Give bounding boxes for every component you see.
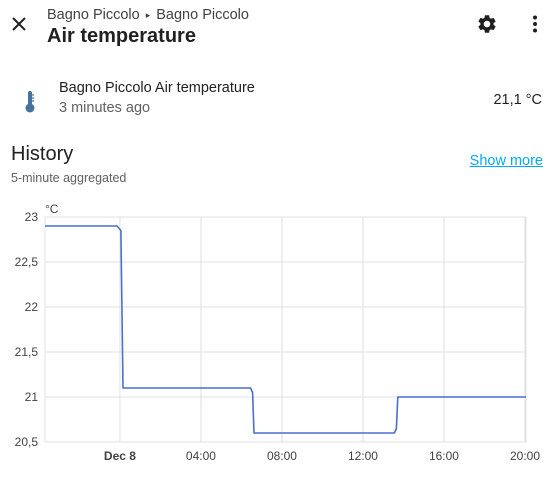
x-tick-label: 16:00 bbox=[429, 449, 459, 463]
breadcrumb-separator: ▸ bbox=[145, 9, 151, 20]
y-tick-label: 20,5 bbox=[15, 435, 39, 449]
y-tick-label: 22,5 bbox=[15, 255, 39, 269]
history-title: History bbox=[11, 143, 74, 165]
more-options-button[interactable] bbox=[522, 11, 548, 37]
y-tick-label: 21,5 bbox=[15, 345, 39, 359]
show-more-link[interactable]: Show more bbox=[470, 153, 543, 169]
breadcrumb-area[interactable]: Bagno Piccolo bbox=[47, 7, 140, 23]
breadcrumb-device[interactable]: Bagno Piccolo bbox=[156, 7, 249, 23]
x-tick-label: 08:00 bbox=[267, 449, 297, 463]
y-tick-label: 21 bbox=[25, 390, 39, 404]
x-tick-label: 04:00 bbox=[186, 449, 216, 463]
history-chart[interactable]: 20,5 21 21,5 22 22,5 23 Dec 8 04:00 08:00 12:00 1… bbox=[0, 195, 556, 489]
entity-last-changed: 3 minutes ago bbox=[59, 100, 151, 116]
entity-name: Bagno Piccolo Air temperature bbox=[59, 80, 255, 96]
x-tick-label: 20:00 bbox=[510, 449, 540, 463]
temperature-series-line[interactable] bbox=[45, 225, 526, 434]
more-vertical-icon bbox=[533, 15, 537, 33]
y-tick-label: 23 bbox=[25, 210, 39, 224]
x-tick-label: Dec 8 bbox=[104, 449, 136, 463]
entity-state: 21,1 °C bbox=[493, 92, 542, 108]
thermometer-icon bbox=[25, 91, 35, 113]
history-subtitle: 5-minute aggregated bbox=[11, 171, 127, 185]
breadcrumb: Bagno Piccolo ▸ Bagno Piccolo bbox=[47, 7, 249, 23]
close-icon bbox=[12, 17, 26, 31]
close-button[interactable] bbox=[6, 11, 32, 37]
y-axis-unit: °C bbox=[45, 202, 59, 216]
page-title: Air temperature bbox=[47, 25, 196, 47]
x-tick-label: 12:00 bbox=[348, 449, 378, 463]
settings-button[interactable] bbox=[474, 11, 500, 37]
gear-icon bbox=[478, 15, 496, 33]
y-tick-label: 22 bbox=[25, 300, 39, 314]
